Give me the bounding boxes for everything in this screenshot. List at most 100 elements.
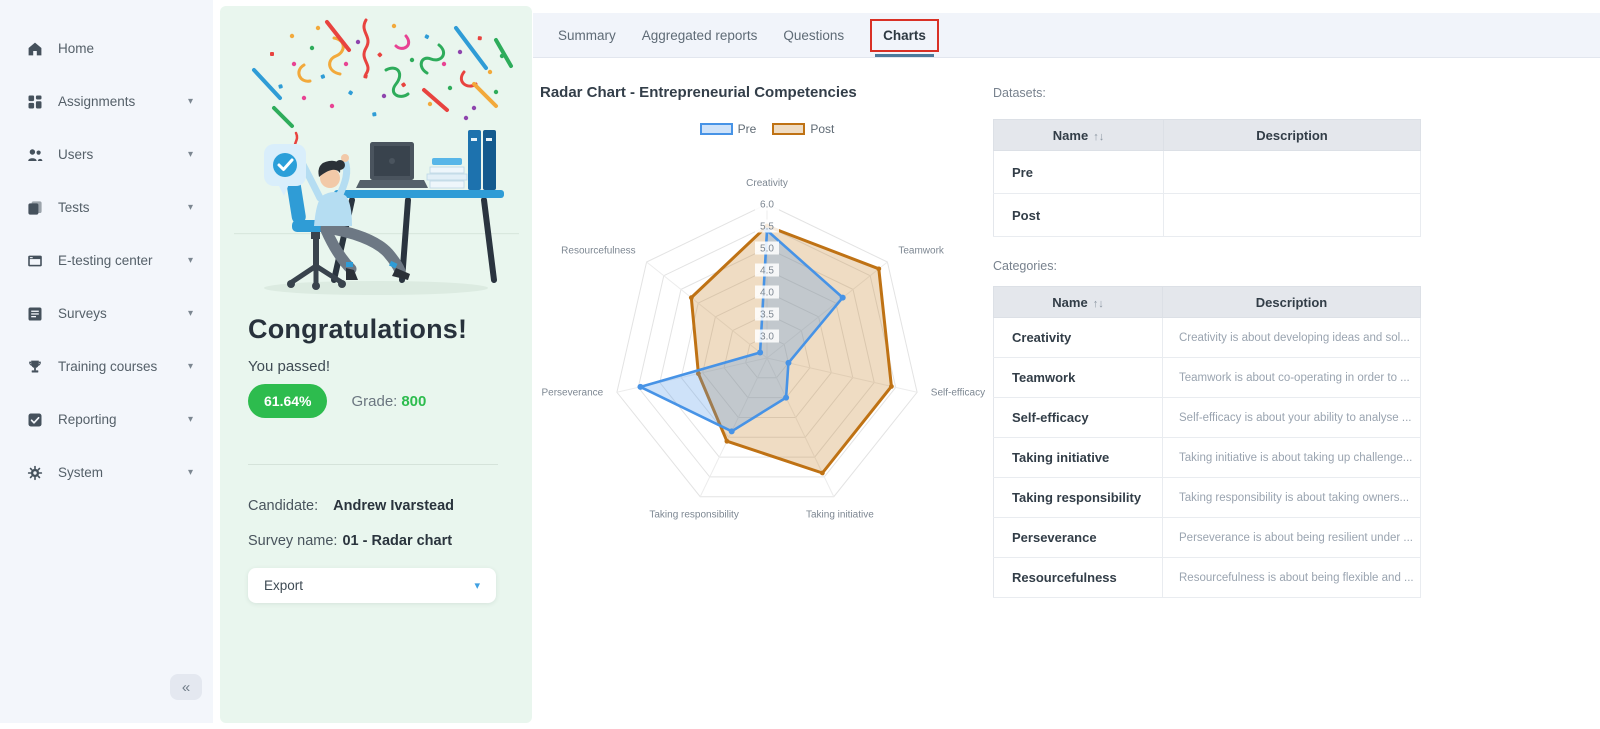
legend-label: Pre [738,122,757,136]
tab-aggregated-reports[interactable]: Aggregated reports [642,19,758,52]
collapse-icon: « [182,679,190,696]
main-content: Summary Aggregated reports Questions Charts… [532,0,1600,729]
sort-icon: ↑↓ [1093,298,1104,310]
sidebar-item-assignments[interactable]: Assignments▾ [0,75,213,128]
survey-label: Survey name: [248,533,337,549]
users-icon [27,147,43,163]
radar-axis-label: Creativity [746,178,788,189]
result-panel: Congratulations! You passed! 61.64% Grad… [220,6,532,723]
sidebar-collapse-button[interactable]: « [170,674,202,700]
column-header-description: Description [1164,120,1421,151]
chevron-down-icon: ▾ [188,467,193,478]
sidebar-item-label: System [58,465,188,480]
column-header-description: Description [1163,287,1421,318]
radar-axis-label: Teamwork [898,245,945,256]
grade-value: 800 [401,393,426,410]
survey-row: Survey name: 01 - Radar chart [248,533,452,549]
cell-name: Self-efficacy [994,398,1163,438]
chevron-down-icon: ▾ [188,149,193,160]
tab-summary[interactable]: Summary [558,19,616,52]
sidebar-item-label: Users [58,147,188,162]
passed-text: You passed! [248,358,330,375]
datasets-label: Datasets: [993,86,1046,100]
tab-bar: Summary Aggregated reports Questions Charts [533,13,1600,58]
cell-description [1164,194,1421,237]
cell-name: Taking initiative [994,438,1163,478]
svg-text:5.5: 5.5 [760,222,774,233]
categories-label: Categories: [993,259,1057,273]
survey-name: 01 - Radar chart [342,533,452,549]
training-courses-icon [27,359,43,375]
grade-text: Grade:800 [351,393,426,410]
legend-swatch [772,123,805,135]
svg-text:6.0: 6.0 [760,200,774,211]
chevron-down-icon: ▾ [188,202,193,213]
export-dropdown[interactable]: Export ▾ [248,568,496,603]
grade-label: Grade: [351,393,397,410]
tab-charts[interactable]: Charts [870,19,939,52]
radar-axis-label: Resourcefulness [561,245,635,256]
svg-text:5.0: 5.0 [760,244,774,255]
dataset-row: Post [994,194,1421,237]
sidebar-item-label: Assignments [58,94,188,109]
sidebar-item-home[interactable]: Home [0,22,213,75]
cell-name: Resourcefulness [994,558,1163,598]
sidebar-item-users[interactable]: Users▾ [0,128,213,181]
sidebar-item-tests[interactable]: Tests▾ [0,181,213,234]
sidebar-item-label: E-testing center [58,253,188,268]
cell-name: Perseverance [994,518,1163,558]
sidebar-item-system[interactable]: System▾ [0,446,213,499]
candidate-row: Candidate: Andrew Ivarstead [248,498,454,514]
cell-description: Teamwork is about co-operating in order … [1163,358,1421,398]
column-header-name[interactable]: Name ↑↓ [994,287,1163,318]
tab-questions[interactable]: Questions [783,19,844,52]
system-icon [27,465,43,481]
candidate-label: Candidate: [248,498,318,514]
candidate-name: Andrew Ivarstead [333,498,454,514]
column-header-name[interactable]: Name↑↓ [994,120,1164,151]
assignments-icon [27,94,43,110]
sidebar-item-label: Reporting [58,412,188,427]
sidebar-item-reporting[interactable]: Reporting▾ [0,393,213,446]
chart-legend: Pre Post [532,122,1002,136]
home-icon [27,41,43,57]
sidebar-item-training-courses[interactable]: Training courses▾ [0,340,213,393]
sidebar: HomeAssignments▾Users▾Tests▾E-testing ce… [0,0,213,723]
sidebar-nav: HomeAssignments▾Users▾Tests▾E-testing ce… [0,0,213,499]
sidebar-item-label: Tests [58,200,188,215]
radar-chart-canvas: 3.03.54.04.55.05.56.0CreativityTeamworkS… [532,146,1002,558]
column-name-label: Name [1052,295,1087,310]
radar-axis-label: Self-efficacy [931,387,985,398]
etesting-center-icon [27,253,43,269]
legend-item-pre[interactable]: Pre [700,122,757,136]
category-row: CreativityCreativity is about developing… [994,318,1421,358]
category-row: TeamworkTeamwork is about co-operating i… [994,358,1421,398]
cell-name: Pre [994,151,1164,194]
chevron-down-icon: ▾ [188,308,193,319]
chevron-down-icon: ▾ [188,414,193,425]
category-row: Self-efficacySelf-efficacy is about your… [994,398,1421,438]
radar-axis-label: Taking initiative [806,509,874,520]
cell-name: Post [994,194,1164,237]
radar-chart: 3.03.54.04.55.05.56.0CreativityTeamworkS… [532,146,1002,558]
sidebar-item-e-testing-center[interactable]: E-testing center▾ [0,234,213,287]
datasets-table: Name↑↓DescriptionPrePost [993,119,1421,237]
category-row: Taking responsibilityTaking responsibili… [994,478,1421,518]
dataset-row: Pre [994,151,1421,194]
category-row: ResourcefulnessResourcefulness is about … [994,558,1421,598]
score-badge: 61.64% [248,384,327,418]
congratulations-title: Congratulations! [248,314,467,345]
radar-axis-label: Taking responsibility [649,509,739,520]
celebration-illustration [234,12,519,302]
cell-description: Creativity is about developing ideas and… [1163,318,1421,358]
export-label: Export [264,578,303,593]
sidebar-item-surveys[interactable]: Surveys▾ [0,287,213,340]
sidebar-item-label: Home [58,41,193,56]
chevron-down-icon: ▾ [188,96,193,107]
cell-description: Self-efficacy is about your ability to a… [1163,398,1421,438]
svg-text:3.5: 3.5 [760,310,774,321]
category-row: Taking initiativeTaking initiative is ab… [994,438,1421,478]
cell-description: Resourcefulness is about being flexible … [1163,558,1421,598]
legend-item-post[interactable]: Post [772,122,834,136]
svg-text:4.5: 4.5 [760,266,774,277]
